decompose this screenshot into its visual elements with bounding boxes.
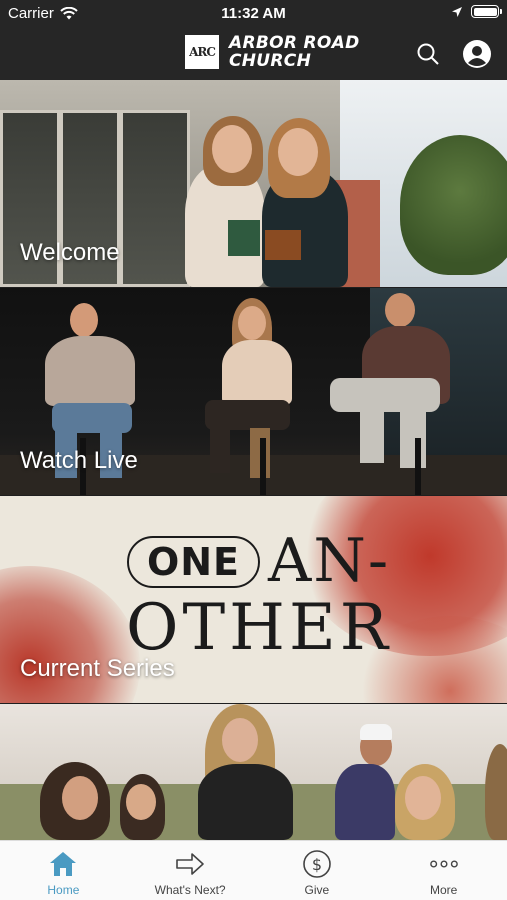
tab-label: More	[429, 883, 458, 897]
battery-icon	[471, 5, 502, 18]
search-button[interactable]	[412, 38, 444, 70]
series-title-top: AN-	[268, 526, 391, 596]
brand-line-1: ARBOR ROAD	[229, 33, 360, 53]
series-title-bottom: OTHER	[126, 591, 392, 665]
dollar-circle-icon: $	[302, 849, 332, 879]
welcome-panel[interactable]: Welcome	[0, 80, 507, 287]
tab-label: Home	[47, 883, 80, 897]
community-panel[interactable]	[0, 704, 507, 840]
profile-button[interactable]	[461, 38, 493, 70]
tab-bar: Home What's Next? $ Give More	[0, 840, 507, 900]
arrow-right-icon	[175, 849, 205, 879]
tab-more[interactable]: More	[380, 841, 507, 900]
profile-icon	[463, 40, 491, 68]
brand-name: ARBOR ROAD CHURCH	[229, 34, 359, 70]
tab-whats-next[interactable]: What's Next?	[127, 841, 254, 900]
tab-home[interactable]: Home	[0, 841, 127, 900]
tab-label: Give	[304, 883, 330, 897]
person-image	[385, 293, 415, 327]
search-icon	[417, 43, 439, 65]
status-bar: Carrier 11:32 AM	[0, 0, 507, 28]
tree-image	[400, 135, 507, 275]
status-time: 11:32 AM	[221, 5, 286, 22]
person-image	[485, 744, 507, 840]
app-header: ARC ARBOR ROAD CHURCH	[0, 28, 507, 80]
series-title-pill: ONE	[127, 536, 260, 588]
church-logo: ARC	[185, 35, 219, 69]
panel-label: Welcome	[20, 239, 120, 266]
panel-label: Current Series	[20, 655, 175, 682]
brand-line-2: CHURCH	[229, 51, 312, 71]
watch-live-panel[interactable]: Watch Live	[0, 288, 507, 495]
tab-label: What's Next?	[154, 883, 226, 897]
tab-give[interactable]: $ Give	[254, 841, 381, 900]
more-dots-icon	[429, 849, 459, 879]
svg-text:$: $	[312, 855, 322, 874]
status-right	[451, 5, 502, 18]
current-series-panel[interactable]: ONE AN- OTHER Current Series	[0, 496, 507, 703]
person-image	[70, 303, 98, 337]
brand[interactable]: ARC ARBOR ROAD CHURCH	[185, 34, 359, 70]
location-arrow-icon	[452, 6, 462, 17]
home-icon	[48, 849, 78, 879]
panel-label: Watch Live	[20, 447, 138, 474]
